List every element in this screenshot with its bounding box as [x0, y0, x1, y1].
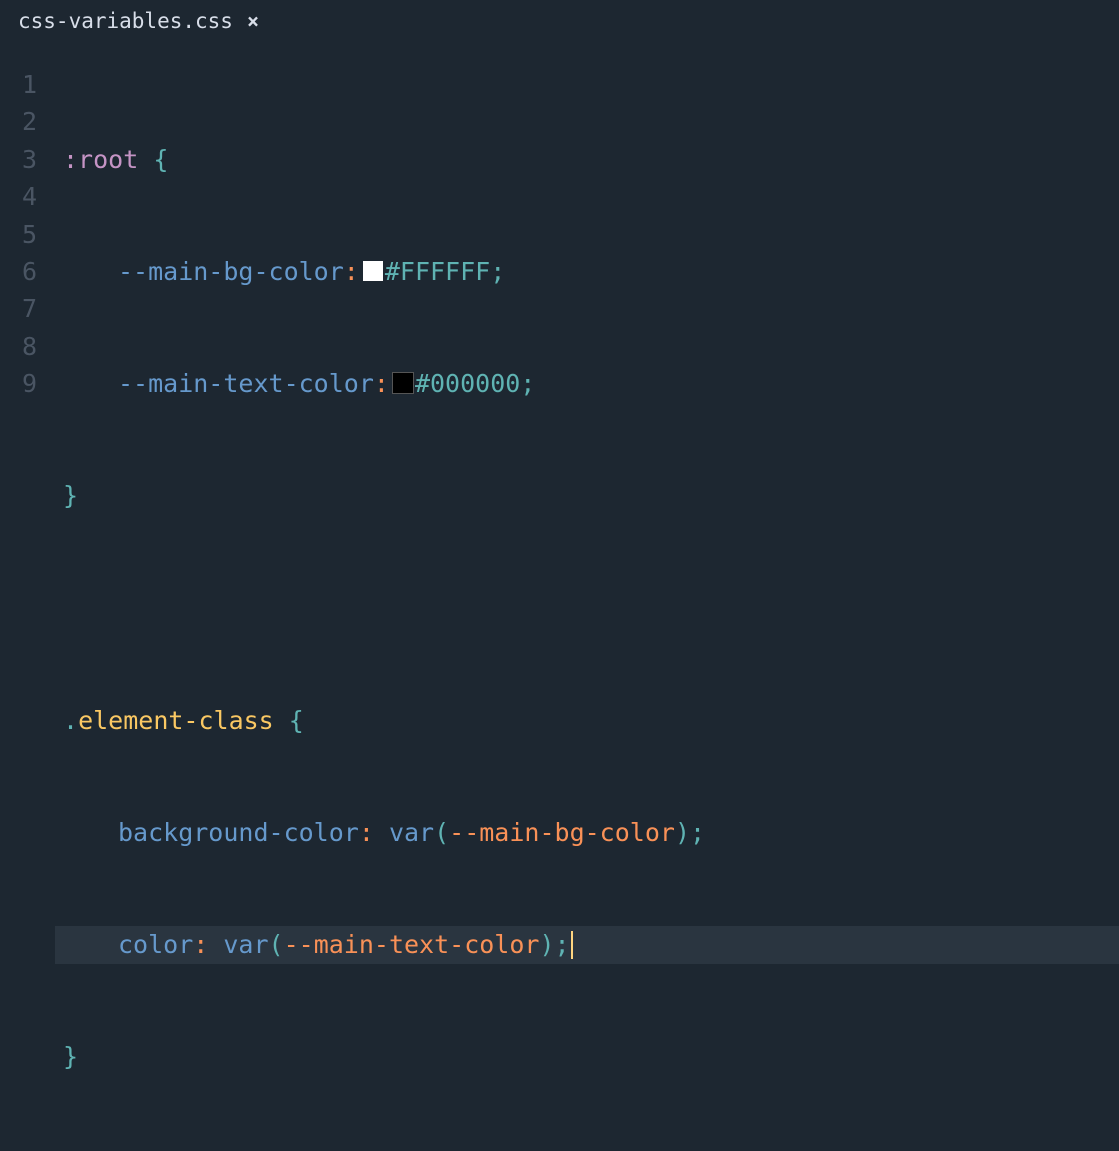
code-line[interactable]: --main-text-color: #000000;	[55, 365, 1119, 402]
colon-token: :	[344, 253, 359, 290]
brace-token: {	[274, 702, 304, 739]
code-line[interactable]: :root {	[55, 141, 1119, 178]
paren-token: )	[539, 926, 554, 963]
line-number: 1	[0, 66, 37, 103]
colon-token: :	[374, 365, 389, 402]
text-cursor-icon	[571, 931, 573, 959]
code-line[interactable]: }	[55, 477, 1119, 514]
property-token: --main-bg-color	[118, 253, 344, 290]
semicolon-token: ;	[490, 253, 505, 290]
code-content[interactable]: :root { --main-bg-color: #FFFFFF; --main…	[55, 66, 1119, 1151]
code-line[interactable]: color: var(--main-text-color);	[55, 926, 1119, 963]
property-token: color	[118, 926, 193, 963]
function-token: var	[223, 926, 268, 963]
line-number: 5	[0, 216, 37, 253]
brace-token: {	[138, 141, 168, 178]
function-token: var	[389, 814, 434, 851]
hex-token: #000000	[415, 365, 520, 402]
color-swatch-icon[interactable]	[363, 261, 383, 281]
colon-token: :	[359, 814, 389, 851]
code-line[interactable]: .element-class {	[55, 702, 1119, 739]
code-line[interactable]: }	[55, 1038, 1119, 1075]
line-number: 7	[0, 290, 37, 327]
hex-token: #FFFFFF	[385, 253, 490, 290]
tab-filename: css-variables.css	[18, 9, 233, 33]
paren-token: (	[269, 926, 284, 963]
code-line[interactable]	[55, 590, 1119, 627]
brace-token: }	[63, 1038, 78, 1075]
line-number: 9	[0, 365, 37, 402]
close-icon[interactable]: ×	[247, 11, 259, 31]
paren-token: (	[434, 814, 449, 851]
variable-token: --main-bg-color	[449, 814, 675, 851]
paren-token: )	[675, 814, 690, 851]
code-line[interactable]: background-color: var(--main-bg-color);	[55, 814, 1119, 851]
tab-bar: css-variables.css ×	[0, 0, 1119, 42]
property-token: background-color	[118, 814, 359, 851]
line-number: 3	[0, 141, 37, 178]
line-number: 8	[0, 328, 37, 365]
brace-token: }	[63, 477, 78, 514]
property-token: --main-text-color	[118, 365, 374, 402]
line-number: 4	[0, 178, 37, 215]
color-swatch-icon[interactable]	[393, 373, 413, 393]
semicolon-token: ;	[690, 814, 705, 851]
editor-area[interactable]: 1 2 3 4 5 6 7 8 9 :root { --main-bg-colo…	[0, 42, 1119, 1151]
class-token: element-class	[78, 702, 274, 739]
line-number: 6	[0, 253, 37, 290]
semicolon-token: ;	[520, 365, 535, 402]
selector-token: :root	[63, 141, 138, 178]
line-number: 2	[0, 103, 37, 140]
tab-css-variables[interactable]: css-variables.css ×	[0, 1, 277, 41]
line-number-gutter: 1 2 3 4 5 6 7 8 9	[0, 66, 55, 1151]
colon-token: :	[193, 926, 223, 963]
dot-token: .	[63, 702, 78, 739]
semicolon-token: ;	[555, 926, 570, 963]
variable-token: --main-text-color	[284, 926, 540, 963]
code-line[interactable]: --main-bg-color: #FFFFFF;	[55, 253, 1119, 290]
